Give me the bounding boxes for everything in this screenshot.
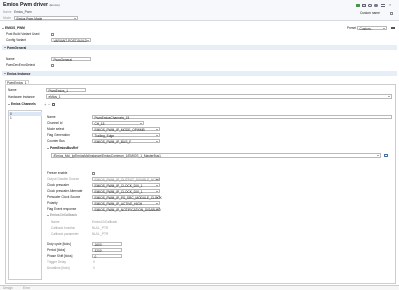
ch-flag-gen-select[interactable]: Trailing_Edge [92, 132, 160, 138]
pg-devError-checkbox[interactable] [51, 63, 54, 67]
footer-tab-design[interactable]: Design [3, 286, 13, 290]
name-value: Emios_Pwm [14, 10, 32, 14]
section-bus-ref[interactable]: PwmEmiosBusRef [47, 146, 78, 150]
section-emios-pwm[interactable]: EMIOS_PWM [2, 26, 25, 30]
bus-ref-link-icon[interactable] [384, 153, 388, 157]
ch-duty-input[interactable]: 1600 [92, 241, 122, 247]
hw-instance-select[interactable]: eMios_1 [46, 94, 392, 99]
pg-name-label: Name [6, 57, 15, 61]
name-label: Name [3, 10, 12, 14]
ch-clock-prescaler-label: Clock prescaler [47, 183, 69, 187]
save-icon[interactable] [362, 3, 366, 7]
ch-deadtime-value: 0 [93, 266, 95, 270]
channel-list: 0 1 [8, 110, 42, 280]
pg-devError-label: PwmDevErrorDetect [6, 63, 36, 67]
footer-bar [0, 285, 399, 290]
ch-deadtime-label: Deadtime [ticks] [47, 266, 70, 270]
close-icon[interactable]: × [389, 3, 391, 7]
ch-clock-prescaler-alt-label: Clock prescaler Alternate [47, 189, 83, 193]
ch-mode-select[interactable]: EMIOS_PWM_IP_MODE_OPWMB [92, 126, 160, 132]
inst-name-label: Name [8, 88, 17, 92]
ch-phase-label: Phase Shift [ticks] [47, 254, 73, 258]
copy-channel-icon[interactable] [52, 102, 55, 106]
bus-ref-select[interactable]: /Emios_Mcl_Ip/EmiosMclInstance/EmiosComm… [51, 153, 381, 158]
remove-channel-icon[interactable]: − [48, 102, 50, 107]
mode-label: Mode [3, 15, 11, 20]
editor-title: Emios Pwm driver (Emios) [3, 2, 60, 8]
custom-name-label: Custom name [360, 11, 380, 15]
ch-output-disable-label: Output Disable Source [47, 177, 80, 181]
ch-period-input[interactable]: 3200 [92, 247, 122, 253]
ch-trigger-label: Trigger Delay [47, 260, 67, 264]
ch-counter-bus-select[interactable]: EMIOS_PWM_IP_BUS_F [92, 138, 160, 144]
ch-duty-label: Duty cycle [ticks] [47, 242, 71, 246]
cb-callback-label: Callback function [51, 226, 76, 230]
channel-list-item[interactable]: 1 [10, 116, 12, 120]
post-build-label: Post Build Variant Used [6, 32, 40, 36]
pwm-general-header-bg [2, 45, 397, 50]
cb-callback-value: NULL_PTR [92, 226, 109, 230]
section-emios-channels[interactable]: Emios Channels [8, 102, 36, 106]
section-pwm-general[interactable]: PwmGeneral [4, 46, 26, 50]
menu-icon[interactable] [381, 3, 385, 7]
preset-select[interactable]: Custom... [357, 25, 387, 31]
inst-name-input[interactable]: PwmEmios_1 [46, 87, 86, 93]
ch-prescaler-src-select[interactable]: EMIOS_PWM_IP_PS_SRC_MODULE_CLOCK [92, 194, 162, 200]
settings-icon[interactable] [374, 3, 378, 7]
ch-counter-bus-label: Counter Bus [47, 139, 65, 143]
ch-freeze-checkbox[interactable] [92, 171, 95, 175]
ch-prescaler-src-label: Prescaler Clock Source [47, 195, 81, 199]
ch-phase-input[interactable]: 0 [92, 253, 122, 259]
ch-mode-label: Mode select [47, 127, 65, 131]
section-emios-instance[interactable]: Emios Instance [4, 72, 30, 76]
section-callback[interactable]: EmiosChCallback [47, 213, 77, 217]
config-variant-select[interactable]: VARIANT-POST-BUILD [51, 37, 91, 43]
ch-polarity-select[interactable]: EMIOS_PWM_IP_ACTIVE_HIGH [92, 200, 160, 206]
ch-flag-event-select[interactable]: EMIOS_PWM_IP_NOTIFICATION_DISABLED [92, 206, 161, 212]
footer-tab-error[interactable]: Error [23, 286, 30, 290]
pg-name-input[interactable]: PwmGeneral [51, 56, 91, 62]
mode-select[interactable]: Emios Pwm Mode [14, 15, 78, 21]
editor-title-text: Emios Pwm driver [3, 2, 48, 8]
ch-id-label: Channel Id [47, 121, 63, 125]
ch-name-input[interactable]: PwmEmiosChannels_15 [92, 114, 392, 120]
hw-instance-label: Hardware Instance [8, 94, 35, 99]
ch-freeze-label: Freeze enable [47, 171, 68, 175]
emios-instance-header-bg [2, 71, 397, 76]
channel-list-item[interactable]: 0 [9, 112, 42, 116]
preset-label: Preset [347, 26, 357, 30]
help-icon[interactable] [368, 3, 372, 7]
preset-menu-icon[interactable] [391, 26, 395, 29]
ch-name-label: Name [47, 115, 56, 119]
cb-param-label: Callback parameter [51, 232, 79, 236]
ch-clock-prescaler-alt-select[interactable]: EMIOS_PWM_IP_CLOCK_DIV_1 [92, 188, 160, 194]
channels-toolbar: + − [44, 102, 56, 107]
ch-period-label: Period [ticks] [47, 248, 66, 252]
ch-id-select[interactable]: CH_15 [92, 120, 144, 126]
editor-subtitle: (Emios) [49, 3, 60, 7]
ch-polarity-label: Polarity [47, 201, 58, 205]
custom-name-checkbox[interactable] [390, 11, 393, 15]
add-channel-icon[interactable]: + [44, 102, 46, 107]
cb-param-value: NULL_PTR [92, 232, 109, 236]
ch-flag-gen-label: Flag Generation [47, 133, 70, 137]
ch-trigger-value: 0 [93, 260, 95, 264]
ch-clock-prescaler-select[interactable]: EMIOS_PWM_IP_CLOCK_DIV_1 [92, 182, 160, 188]
ch-flag-event-label: Flag Event response [47, 207, 77, 211]
header-toolbar: × [356, 3, 396, 8]
ch-output-disable-select[interactable]: EMIOS_PWM_IP_OUTPUT_DISABLE_NONE [92, 176, 160, 182]
cb-name-value: EmiosChCallback [92, 220, 118, 224]
post-build-checkbox[interactable] [51, 32, 54, 36]
validate-check-icon[interactable] [356, 3, 360, 7]
config-variant-label: Config Variant [6, 38, 26, 42]
cb-name-label: Name [51, 220, 60, 224]
